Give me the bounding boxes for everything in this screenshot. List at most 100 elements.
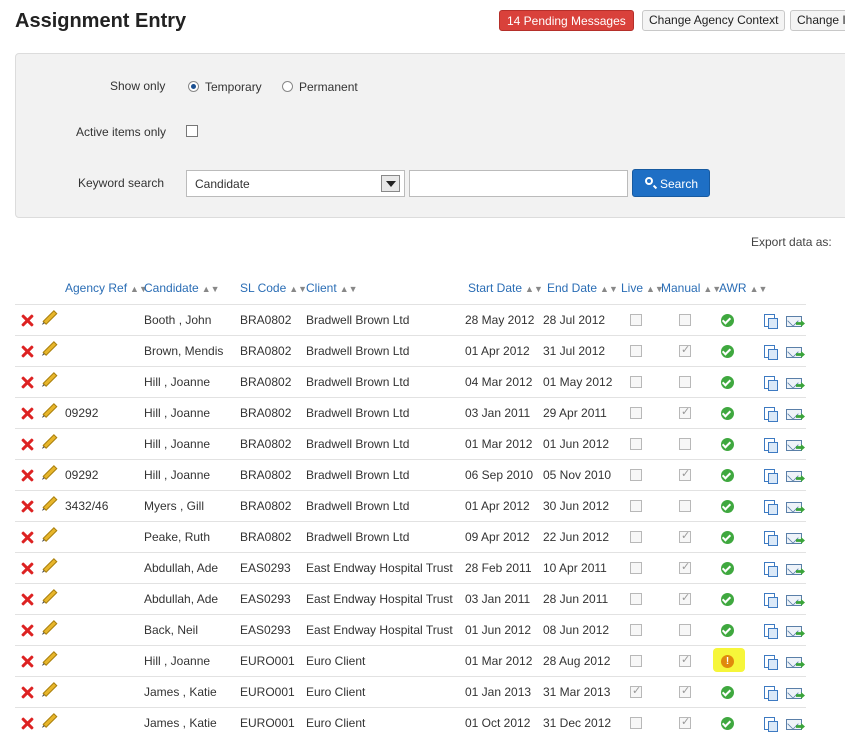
copy-icon[interactable] [764, 376, 778, 391]
manual-checkbox [679, 438, 691, 450]
copy-icon[interactable] [764, 345, 778, 360]
check-circle-icon [721, 500, 734, 513]
edit-pencil-icon[interactable] [42, 589, 58, 604]
delete-icon[interactable] [21, 500, 34, 513]
sl-code-cell: EURO001 [240, 716, 295, 730]
copy-icon[interactable] [764, 469, 778, 484]
delete-icon[interactable] [21, 438, 34, 451]
column-header-live[interactable]: Live ▲▼ [621, 281, 664, 295]
keyword-search-label: Keyword search [78, 176, 165, 190]
manual-checkbox [679, 715, 691, 729]
send-mail-icon[interactable] [786, 502, 802, 513]
keyword-field-select[interactable]: Candidate [186, 170, 405, 197]
copy-icon[interactable] [764, 655, 778, 670]
radio-temporary-label[interactable]: Temporary [205, 80, 262, 94]
warning-icon[interactable]: ! [721, 655, 734, 668]
send-mail-icon[interactable] [786, 719, 802, 730]
column-header-start-date[interactable]: Start Date ▲▼ [468, 281, 543, 295]
send-mail-icon[interactable] [786, 316, 802, 327]
edit-pencil-icon[interactable] [42, 403, 58, 418]
pending-messages-button[interactable]: 14 Pending Messages [499, 10, 634, 31]
change-button[interactable]: Change I [790, 10, 845, 31]
search-button[interactable]: Search [632, 169, 710, 197]
edit-pencil-icon[interactable] [42, 496, 58, 511]
active-items-checkbox[interactable] [186, 125, 198, 137]
delete-icon[interactable] [21, 562, 34, 575]
send-mail-icon[interactable] [786, 347, 802, 358]
live-checkbox [630, 593, 642, 605]
edit-pencil-icon[interactable] [42, 465, 58, 480]
column-header-client[interactable]: Client ▲▼ [306, 281, 358, 295]
edit-pencil-icon[interactable] [42, 651, 58, 666]
copy-icon[interactable] [764, 500, 778, 515]
candidate-cell: Hill , Joanne [144, 468, 211, 482]
edit-pencil-icon[interactable] [42, 434, 58, 449]
delete-icon[interactable] [21, 624, 34, 637]
send-mail-icon[interactable] [786, 564, 802, 575]
send-mail-icon[interactable] [786, 657, 802, 668]
delete-icon[interactable] [21, 655, 34, 668]
send-mail-icon[interactable] [786, 595, 802, 606]
send-mail-icon[interactable] [786, 626, 802, 637]
edit-pencil-icon[interactable] [42, 620, 58, 635]
copy-icon[interactable] [764, 562, 778, 577]
sl-code-cell: BRA0802 [240, 437, 292, 451]
check-circle-icon [721, 438, 734, 451]
delete-icon[interactable] [21, 314, 34, 327]
chevron-down-icon[interactable] [381, 175, 400, 192]
copy-icon[interactable] [764, 624, 778, 639]
delete-icon[interactable] [21, 469, 34, 482]
live-checkbox [630, 562, 642, 574]
table-row: Hill , Joanne EURO001 Euro Client 01 Mar 20… [15, 645, 806, 676]
copy-icon[interactable] [764, 686, 778, 701]
change-agency-context-button[interactable]: Change Agency Context [642, 10, 786, 31]
column-header-agency-ref[interactable]: Agency Ref ▲▼ [65, 281, 148, 295]
send-mail-icon[interactable] [786, 471, 802, 482]
delete-icon[interactable] [21, 407, 34, 420]
copy-icon[interactable] [764, 531, 778, 546]
end-date-cell: 29 Apr 2011 [543, 406, 607, 420]
radio-permanent-label[interactable]: Permanent [299, 80, 358, 94]
delete-icon[interactable] [21, 717, 34, 730]
delete-icon[interactable] [21, 593, 34, 606]
client-cell: Bradwell Brown Ltd [306, 313, 410, 327]
copy-icon[interactable] [764, 717, 778, 732]
send-mail-icon[interactable] [786, 533, 802, 544]
radio-permanent[interactable] [282, 81, 293, 92]
delete-icon[interactable] [21, 686, 34, 699]
column-header-end-date[interactable]: End Date ▲▼ [547, 281, 618, 295]
delete-icon[interactable] [21, 531, 34, 544]
end-date-cell: 31 Mar 2013 [543, 685, 611, 699]
active-items-label: Active items only [76, 125, 167, 139]
edit-pencil-icon[interactable] [42, 558, 58, 573]
copy-icon[interactable] [764, 438, 778, 453]
edit-pencil-icon[interactable] [42, 310, 58, 325]
copy-icon[interactable] [764, 314, 778, 329]
send-mail-icon[interactable] [786, 688, 802, 699]
keyword-search-input[interactable] [409, 170, 628, 197]
column-header-awr[interactable]: AWR ▲▼ [719, 281, 767, 295]
radio-temporary[interactable] [188, 81, 199, 92]
edit-pencil-icon[interactable] [42, 372, 58, 387]
start-date-cell: 01 Oct 2012 [465, 716, 531, 730]
edit-pencil-icon[interactable] [42, 713, 58, 728]
sl-code-cell: BRA0802 [240, 375, 292, 389]
live-checkbox [630, 345, 642, 357]
edit-pencil-icon[interactable] [42, 341, 58, 356]
candidate-cell: Myers , Gill [144, 499, 204, 513]
column-header-candidate[interactable]: Candidate ▲▼ [144, 281, 220, 295]
send-mail-icon[interactable] [786, 440, 802, 451]
copy-icon[interactable] [764, 593, 778, 608]
copy-icon[interactable] [764, 407, 778, 422]
column-header-sl-code[interactable]: SL Code ▲▼ [240, 281, 307, 295]
delete-icon[interactable] [21, 345, 34, 358]
send-mail-icon[interactable] [786, 378, 802, 389]
client-cell: Bradwell Brown Ltd [306, 530, 410, 544]
delete-icon[interactable] [21, 376, 34, 389]
edit-pencil-icon[interactable] [42, 682, 58, 697]
send-mail-icon[interactable] [786, 409, 802, 420]
client-cell: East Endway Hospital Trust [306, 561, 453, 575]
edit-pencil-icon[interactable] [42, 527, 58, 542]
start-date-cell: 01 Apr 2012 [465, 344, 530, 358]
column-header-manual[interactable]: Manual ▲▼ [661, 281, 721, 295]
